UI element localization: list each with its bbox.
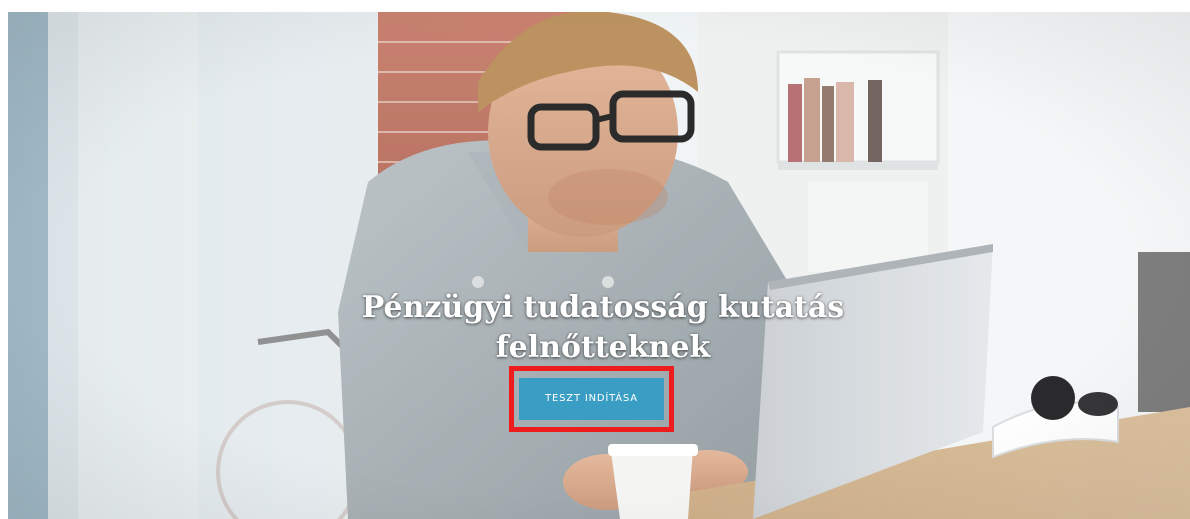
hero-title-line-2: felnőtteknek — [495, 330, 711, 365]
top-header-strip: ··· — [0, 0, 1190, 12]
hero-section: Pénzügyi tudatosság kutatás felnőtteknek — [8, 12, 1190, 519]
page: ··· Pénzügyi tudatosság kutatás felnőtte… — [0, 0, 1190, 519]
site-logo-fragment[interactable]: ··· — [268, 0, 308, 5]
start-test-button[interactable]: TESZT INDÍTÁSA — [519, 378, 664, 420]
hero-title: Pénzügyi tudatosság kutatás felnőtteknek — [303, 288, 903, 368]
hero-title-line-1: Pénzügyi tudatosság kutatás — [361, 290, 845, 325]
hero-content: Pénzügyi tudatosság kutatás felnőtteknek — [8, 12, 1190, 519]
